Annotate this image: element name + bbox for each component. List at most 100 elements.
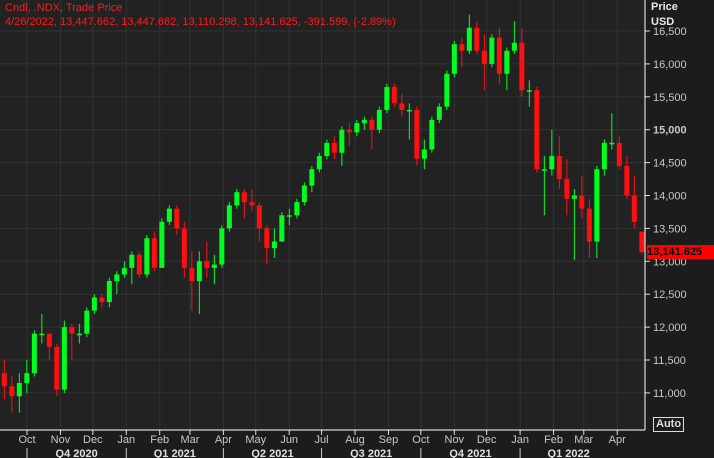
quarter-label: Q4 2021 [449,448,491,458]
candle-body [16,383,22,397]
ohlc-readout: 4/26/2022, 13,447.662, 13,447.662, 13,11… [5,16,396,28]
candle [84,307,90,337]
candle-body [504,50,510,74]
candle-body [361,119,367,124]
candle-body [136,254,142,275]
candle-body [76,333,82,336]
candle-body [354,123,360,133]
candle-body [519,42,525,91]
candle-body [189,267,195,282]
candle [279,211,285,242]
candle-body [526,90,532,92]
candle-body [174,208,180,229]
candle [391,83,397,107]
candle-body [549,156,555,170]
candle-body [459,44,465,51]
month-label: Jan [511,434,529,446]
candle-body [331,142,337,153]
time-axis: Oct Nov Dec Jan Feb Mar Apr May Jun Jul Aug Sep Oct N… [0,429,645,458]
month-label: Oct [18,434,35,446]
auto-scale-button[interactable]: Auto [653,417,685,432]
quarter-label: Q3 2021 [350,448,392,458]
candle [31,330,37,377]
candle [534,86,540,173]
candle-body [241,192,247,203]
candle-body [309,169,315,186]
quarter-label: Q4 2020 [56,448,98,458]
candle-body [616,142,622,166]
candle-body [481,50,487,64]
candle-body [54,346,60,390]
candle-body [474,27,480,51]
candle-body [144,238,150,275]
candle-body [301,185,307,203]
candle-body [429,119,435,150]
candle-body [1,373,7,387]
candle-body [346,129,352,133]
candle [219,225,225,268]
candle-body [579,195,585,209]
candle-body [219,228,225,265]
candle [226,202,232,232]
candle [144,234,150,278]
candle-body [114,274,120,282]
month-label: Mar [574,434,593,446]
candle [451,40,457,78]
month-label: Dec [477,434,497,446]
candle-body [339,129,345,153]
candle-body [399,103,405,110]
candle-body [84,310,90,334]
chart-title: Cndl, .NDX, Trade Price [5,2,123,14]
candle-body [384,86,390,110]
candle-body [69,327,75,334]
candle-body [451,44,457,74]
candle-body [391,86,397,104]
y-tick-label: 14,000 [653,191,687,203]
candle-body [534,90,540,170]
candle-body [564,179,570,199]
axis-title-price: Price [651,1,678,13]
quarter-label: Q1 2021 [154,448,196,458]
candle-body [369,119,375,130]
candle-body [24,373,30,384]
candle-body [601,142,607,170]
candle-body [316,156,322,170]
candle-body [631,195,637,222]
candle-body [376,109,382,130]
candle-body [181,228,187,268]
candle-body [39,333,45,336]
y-tick-label: 16,000 [653,59,687,71]
y-tick-label: 11,000 [653,388,686,400]
candle-body [511,42,517,51]
candle-body [556,156,562,180]
candle-body [264,228,270,249]
month-label: Nov [51,434,71,446]
last-price-label: 13,141.625 [647,244,714,259]
candle [159,218,165,268]
month-label: Oct [412,434,429,446]
candle-body [166,208,172,222]
candle-body [99,297,105,303]
candle-body [129,254,135,268]
candle-body [46,333,52,347]
candlestick-chart[interactable]: 11,00011,50012,00012,50013,00013,50014,0… [0,0,714,458]
month-label: Feb [544,434,563,446]
candle-body [294,202,300,216]
candle [54,343,60,397]
candle-body [586,208,592,242]
chart-window: 11,000 11,500 12,000 12,500 13,000 13,500 14,0… [0,0,714,458]
candle-body [609,142,615,145]
candle [384,83,390,114]
candle-body [196,261,202,282]
price-axis: 11,00011,50012,00012,50013,00013,50014,0… [644,0,687,430]
candle [444,70,450,110]
candle-body [286,215,292,217]
candle-body [594,169,600,242]
candle-body [61,327,67,390]
candle-body [279,215,285,242]
candle-body [204,261,210,268]
candle-body [31,333,37,374]
candle [376,106,382,133]
y-tick-label: 15,000 [653,125,687,137]
y-tick-label: 15,500 [653,92,687,104]
